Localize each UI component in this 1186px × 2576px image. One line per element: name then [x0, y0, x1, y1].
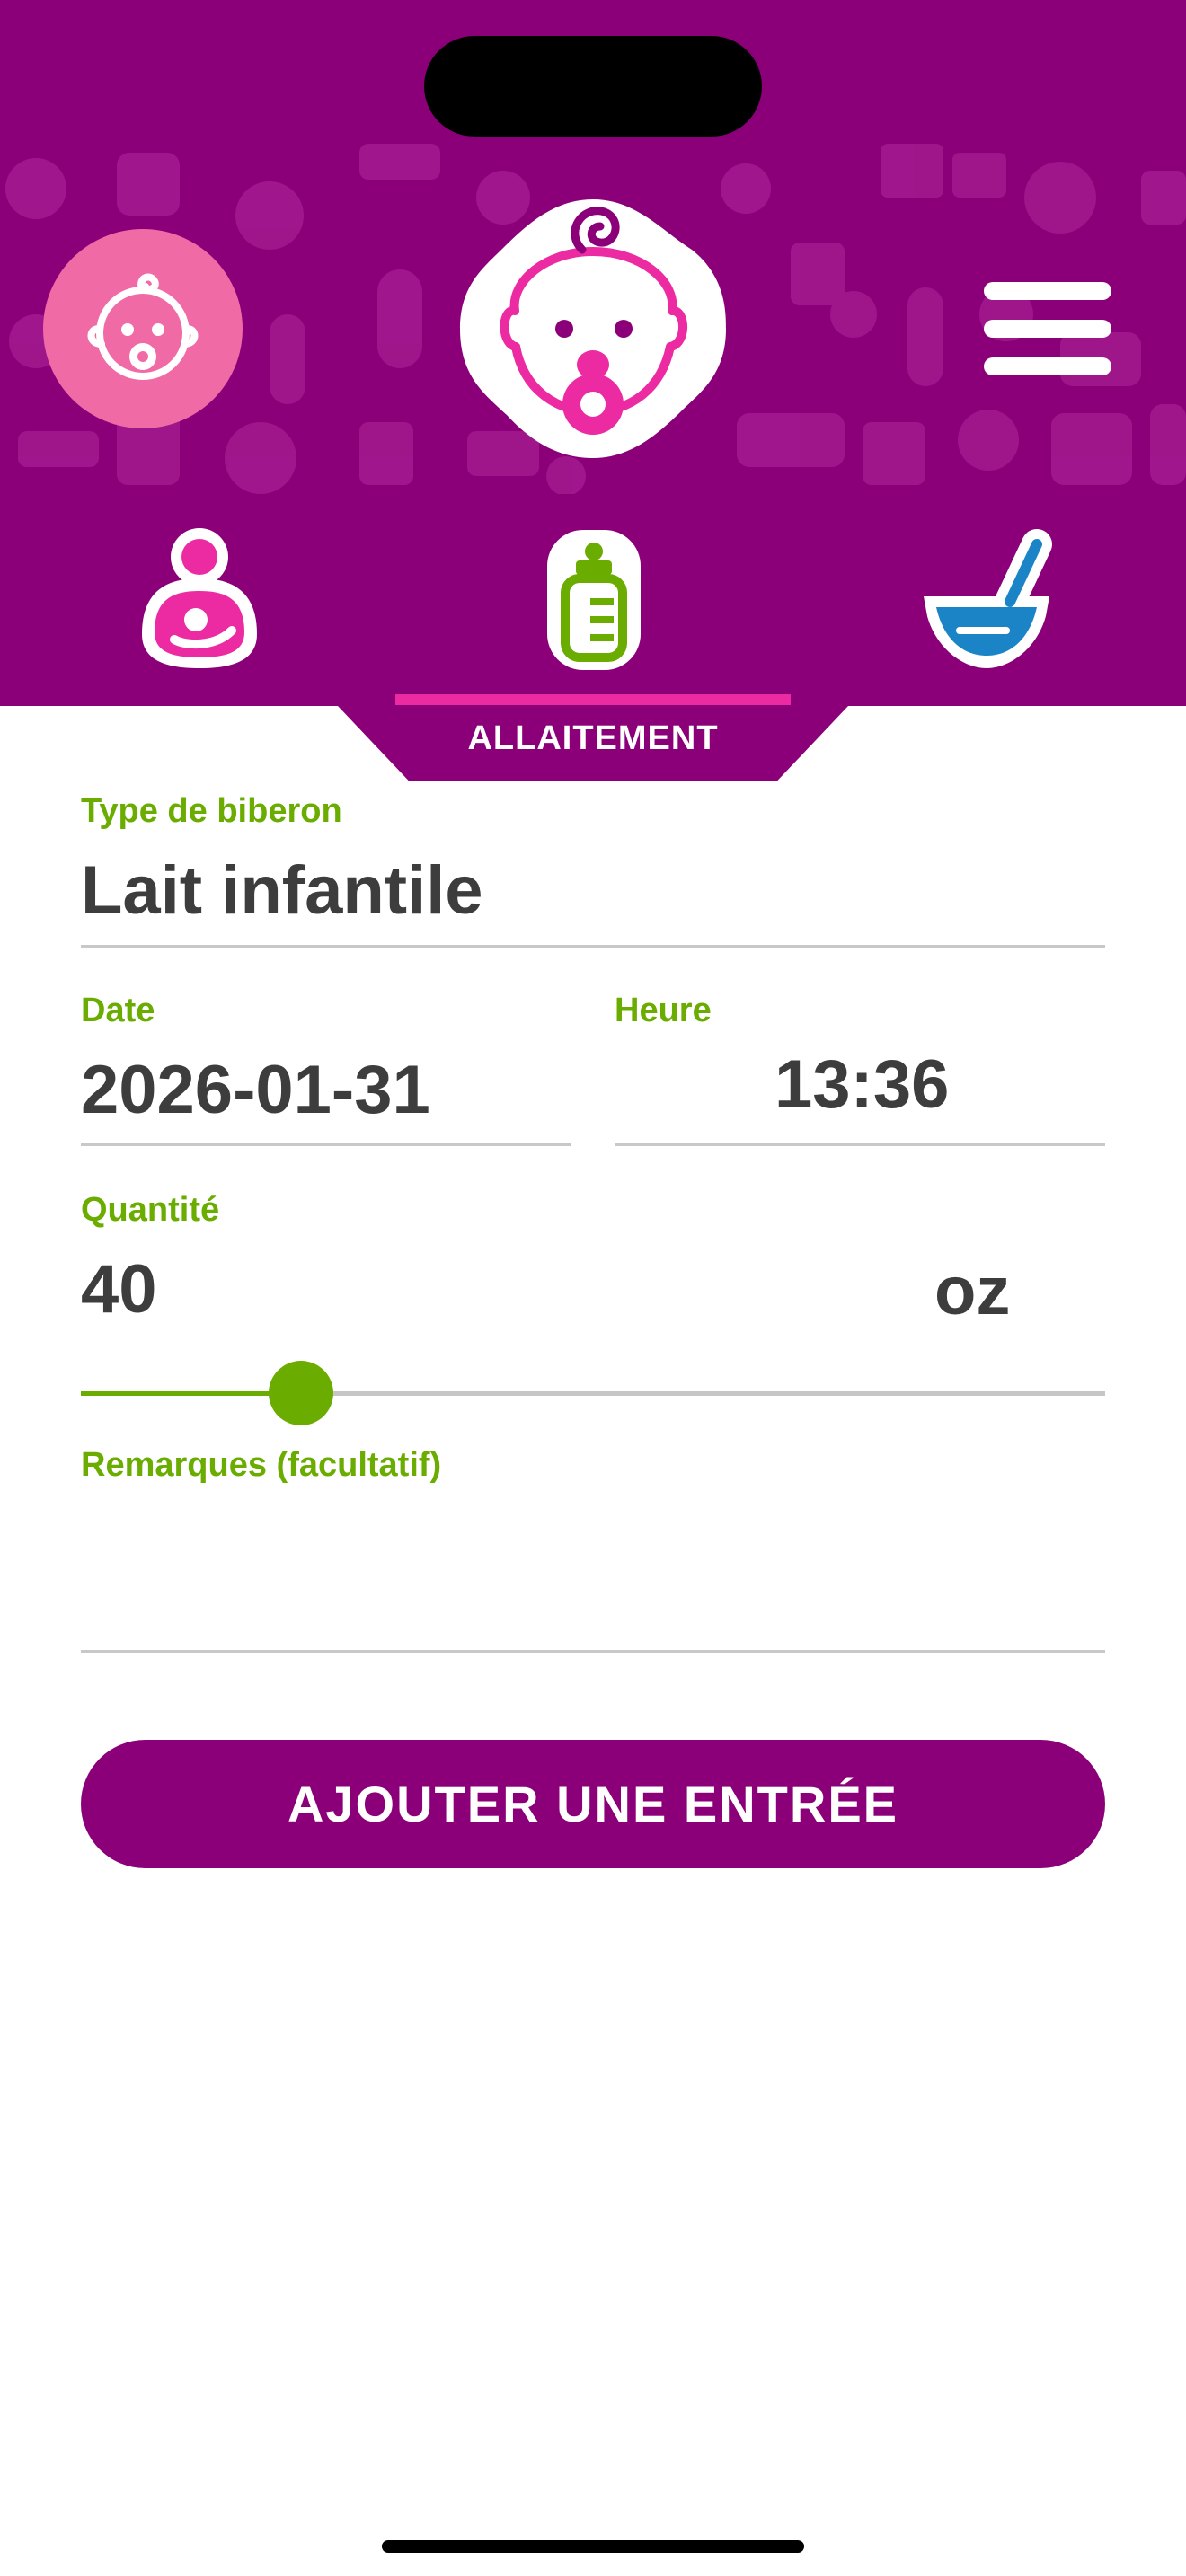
quantity-slider-thumb[interactable] [269, 1361, 334, 1425]
time-underline [615, 1143, 1105, 1146]
tab-allaitement[interactable]: ALLAITEMENT [338, 706, 848, 771]
baby-bottle-icon[interactable] [527, 526, 660, 670]
add-entry-button[interactable]: AJOUTER UNE ENTRÉE [81, 1740, 1105, 1868]
date-underline [81, 1143, 571, 1146]
baby-profile-button[interactable] [43, 229, 243, 428]
baby-face-icon [87, 273, 199, 380]
quantity-value[interactable]: 40 [81, 1250, 157, 1328]
quantity-unit[interactable]: oz [934, 1252, 1010, 1330]
hamburger-menu-icon[interactable] [984, 282, 1111, 375]
bottle-type-underline [81, 945, 1105, 948]
food-bowl-icon[interactable] [920, 526, 1053, 670]
breastfeeding-icon[interactable] [133, 526, 266, 670]
quantity-slider[interactable] [81, 1361, 1105, 1425]
notes-underline [81, 1650, 1105, 1653]
baby-pacifier-logo-icon [460, 199, 726, 458]
notes-label: Remarques (facultatif) [81, 1446, 442, 1484]
dynamic-island [424, 36, 762, 137]
date-field[interactable]: 2026-01-31 [81, 1051, 430, 1129]
home-indicator [382, 2540, 804, 2553]
time-label: Heure [615, 992, 712, 1029]
active-tab-indicator [395, 694, 791, 705]
quantity-label: Quantité [81, 1191, 220, 1229]
time-field[interactable]: 13:36 [774, 1045, 949, 1124]
bottle-type-label: Type de biberon [81, 792, 342, 830]
bottle-type-value[interactable]: Lait infantile [81, 851, 483, 930]
date-label: Date [81, 992, 155, 1029]
